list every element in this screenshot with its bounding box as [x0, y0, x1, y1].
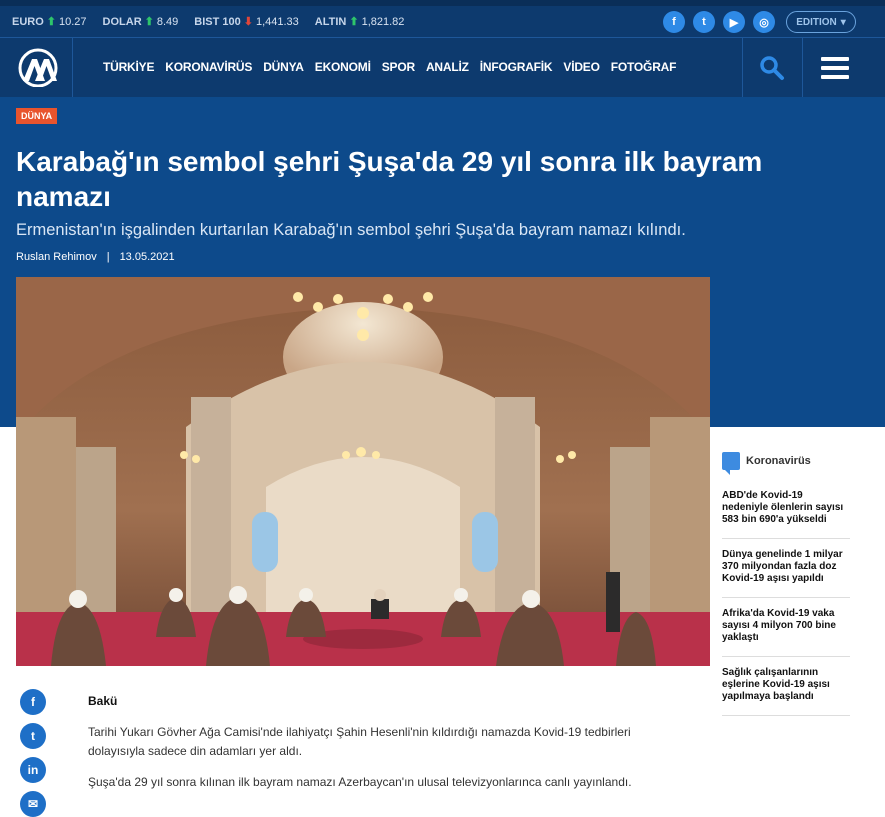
article-title: Karabağ'ın sembol şehri Şuşa'da 29 yıl s…	[16, 146, 763, 212]
speech-bubble-icon	[722, 452, 740, 475]
social-links: f t ▶ ◎	[663, 11, 775, 33]
article-paragraph: Tarihi Yukarı Gövher Ağa Camisi'nde ilah…	[88, 725, 631, 758]
sidebar-article-link[interactable]: ABD'de Kovid-19 nedeniyle ölenlerin sayı…	[722, 472, 850, 539]
ticker-dolar[interactable]: DOLAR ⬆ 8.49	[102, 15, 179, 29]
hamburger-menu-icon[interactable]	[821, 57, 849, 79]
nav-item-fotograf[interactable]: FOTOĞRAF	[611, 60, 677, 74]
byline-separator: |	[106, 251, 110, 263]
nav-item-turkiye[interactable]: TÜRKİYE	[103, 60, 154, 74]
nav-item-ekonomi[interactable]: EKONOMİ	[315, 60, 371, 74]
share-linkedin-icon[interactable]: in	[20, 757, 46, 783]
ticker-label: DOLAR	[102, 15, 142, 28]
publish-date: 13.05.2021	[119, 251, 175, 263]
article-subtitle: Ermenistan'ın işgalinden kurtarılan Kara…	[16, 221, 686, 239]
arrow-up-icon: ⬆	[144, 16, 154, 28]
nav-item-dunya[interactable]: DÜNYA	[263, 60, 304, 74]
ticker-value: 10.27	[59, 15, 87, 28]
sidebar-heading[interactable]: Koronavirüs	[722, 450, 850, 475]
ticker-value: 8.49	[156, 15, 179, 28]
sidebar-article-link[interactable]: Sağlık çalışanlarının eşlerine Kovid-19 …	[722, 657, 850, 716]
share-facebook-icon[interactable]: f	[20, 689, 46, 715]
main-nav: TÜRKİYE KORONAVİRÜS DÜNYA EKONOMİ SPOR A…	[0, 38, 885, 97]
share-twitter-icon[interactable]: t	[20, 723, 46, 749]
youtube-icon[interactable]: ▶	[723, 11, 745, 33]
ticker-value: 1,821.82	[361, 15, 405, 28]
sidebar-article-link[interactable]: Dünya genelinde 1 milyar 370 milyondan f…	[722, 539, 850, 598]
ticker-bist[interactable]: BIST 100 ⬇ 1,441.33	[194, 15, 299, 29]
arrow-down-icon: ⬇	[243, 16, 253, 28]
nav-divider	[742, 38, 743, 97]
nav-divider	[72, 38, 73, 97]
twitter-icon[interactable]: t	[693, 11, 715, 33]
article-paragraph: Şuşa'da 29 yıl sonra kılınan ilk bayram …	[88, 775, 632, 789]
ticker-altin[interactable]: ALTIN ⬆ 1,821.82	[314, 15, 405, 29]
article-photo	[16, 277, 710, 666]
share-email-icon[interactable]: ✉	[20, 791, 46, 817]
nav-item-spor[interactable]: SPOR	[382, 60, 415, 74]
facebook-icon[interactable]: f	[663, 11, 685, 33]
sidebar-article-link[interactable]: Afrika'da Kovid-19 vaka sayısı 4 milyon …	[722, 598, 850, 657]
aa-logo[interactable]	[15, 47, 61, 87]
nav-item-video[interactable]: VİDEO	[563, 60, 600, 74]
ticker-value: 1,441.33	[255, 15, 299, 28]
ticker-label: ALTIN	[314, 15, 347, 28]
arrow-up-icon: ⬆	[46, 16, 56, 28]
category-badge[interactable]: DÜNYA	[16, 108, 58, 124]
ticker-euro[interactable]: EURO ⬆ 10.27	[12, 15, 87, 29]
dateline-location: Bakü	[88, 694, 118, 708]
edition-label: EDITION	[796, 16, 837, 28]
nav-divider	[802, 38, 803, 97]
nav-item-koronavirus[interactable]: KORONAVİRÜS	[165, 60, 252, 74]
byline: Ruslan Rehimov | 13.05.2021	[16, 251, 175, 263]
sidebar-heading-label: Koronavirüs	[746, 455, 811, 467]
market-ticker: EURO ⬆ 10.27 DOLAR ⬆ 8.49 BIST 100 ⬇ 1,441.33 …	[12, 15, 405, 29]
search-icon[interactable]	[759, 55, 785, 81]
instagram-icon[interactable]: ◎	[753, 11, 775, 33]
sidebar-related: Koronavirüs ABD'de Kovid-19 nedeniyle öl…	[722, 450, 850, 716]
arrow-up-icon: ⬆	[349, 16, 359, 28]
nav-item-analiz[interactable]: ANALİZ	[426, 60, 469, 74]
article-body: Bakü Tarihi Yukarı Gövher Ağa Camisi'nde…	[88, 692, 688, 804]
edition-dropdown[interactable]: EDITION ▾	[786, 11, 856, 33]
ticker-label: EURO	[12, 15, 44, 28]
chevron-down-icon: ▾	[840, 16, 846, 28]
nav-menu: TÜRKİYE KORONAVİRÜS DÜNYA EKONOMİ SPOR A…	[103, 60, 676, 74]
author-name[interactable]: Ruslan Rehimov	[16, 251, 97, 263]
nav-item-infografik[interactable]: İNFOGRAFİK	[480, 60, 553, 74]
ticker-label: BIST 100	[194, 15, 241, 28]
top-bar: EURO ⬆ 10.27 DOLAR ⬆ 8.49 BIST 100 ⬇ 1,441.33 …	[0, 0, 885, 38]
